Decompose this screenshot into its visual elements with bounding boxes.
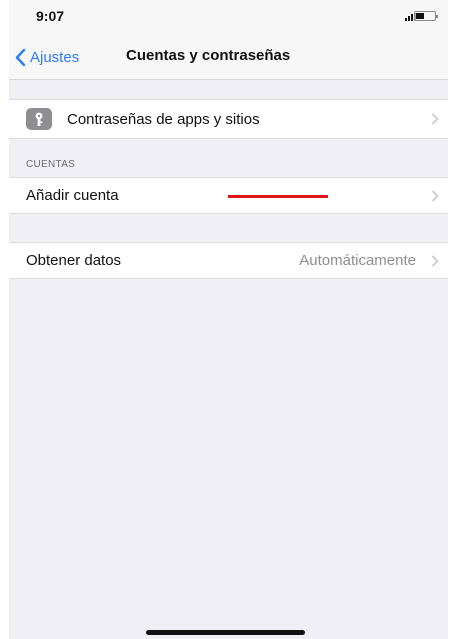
navigation-bar: Ajustes Cuentas y contraseñas <box>9 34 448 80</box>
add-account-label: Añadir cuenta <box>26 187 119 204</box>
page-title: Cuentas y contraseñas <box>126 47 291 64</box>
back-button[interactable]: Ajustes <box>15 44 79 70</box>
chevron-right-icon <box>431 113 439 125</box>
status-bar: 9:07 <box>9 0 448 34</box>
chevron-right-icon <box>431 254 439 267</box>
red-annotation-line <box>228 195 328 198</box>
passwords-row[interactable]: Contraseñas de apps y sitios <box>9 100 448 138</box>
key-icon <box>26 108 52 130</box>
fetch-data-label: Obtener datos <box>26 252 122 269</box>
accounts-section-header: CUENTAS <box>26 159 76 170</box>
fetch-data-row[interactable]: Obtener datos Automáticamente <box>9 243 448 278</box>
chevron-right-icon <box>431 189 439 202</box>
battery-icon <box>414 11 438 21</box>
chevron-left-icon <box>15 48 26 66</box>
fetch-data-value: Automáticamente <box>299 252 416 269</box>
status-time: 9:07 <box>36 8 65 24</box>
passwords-group: Contraseñas de apps y sitios <box>9 99 448 139</box>
passwords-row-label: Contraseñas de apps y sitios <box>67 110 260 128</box>
home-indicator[interactable] <box>146 630 305 635</box>
screen: 9:07 Ajustes Cuentas y contraseñas Contr… <box>9 0 448 639</box>
back-button-label: Ajustes <box>30 48 80 66</box>
fetch-group: Obtener datos Automáticamente <box>9 242 448 279</box>
